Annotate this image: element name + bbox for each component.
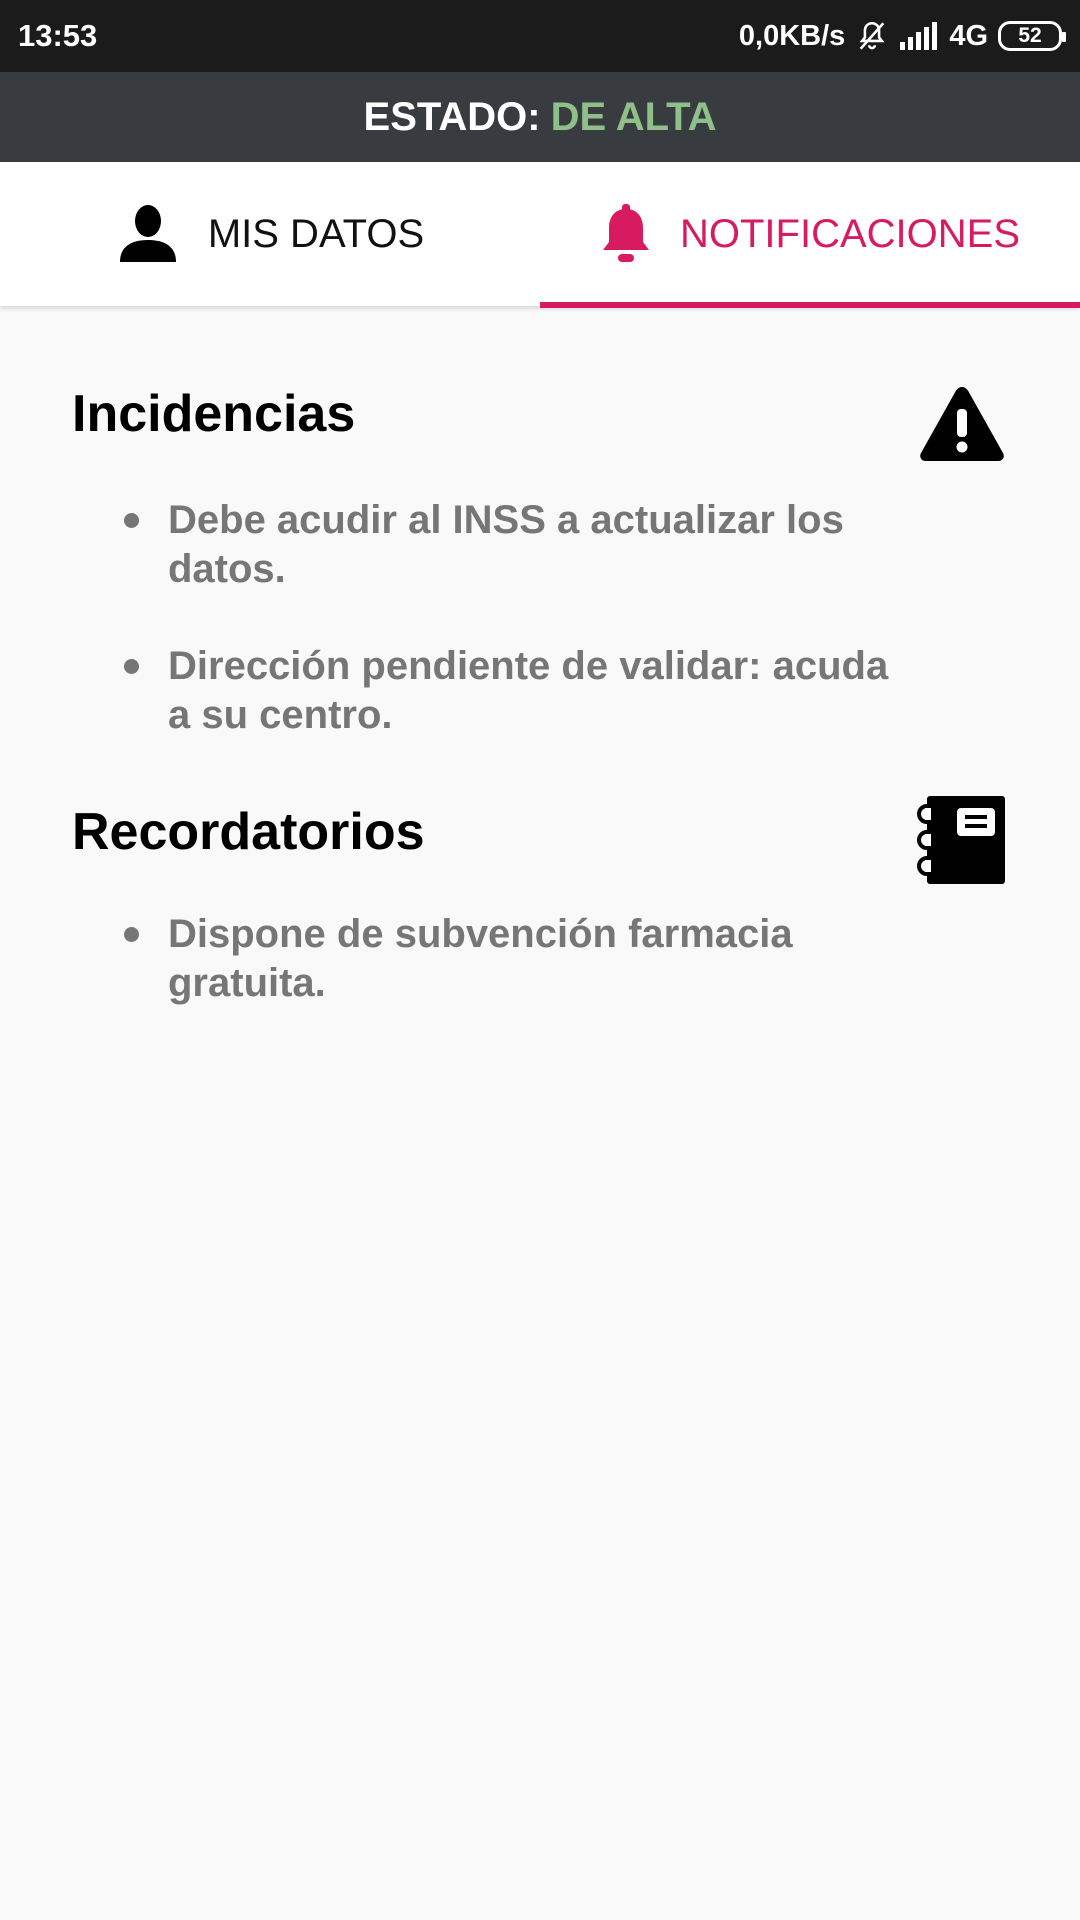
status-bar: 13:53 0,0KB/s 4G 52 xyxy=(0,0,1080,72)
bullet-icon xyxy=(124,513,139,528)
notifications-content: Incidencias Debe acudir al INSS a actual… xyxy=(0,306,1080,1920)
status-time: 13:53 xyxy=(18,18,98,53)
list-item: Debe acudir al INSS a actualizar los dat… xyxy=(120,496,900,594)
list-item: Dispone de subvención farmacia gratuita. xyxy=(120,910,900,1008)
network-speed: 0,0KB/s xyxy=(738,19,846,52)
bullet-icon xyxy=(124,659,139,674)
tab-bar: MIS DATOS NOTIFICACIONES xyxy=(0,162,1080,308)
status-indicators: 0,0KB/s 4G 52 xyxy=(738,19,1066,53)
estado-label: ESTADO: xyxy=(363,94,541,139)
person-icon xyxy=(116,204,180,264)
estado-value: DE ALTA xyxy=(550,94,717,139)
notifications-off-icon xyxy=(855,19,889,53)
bullet-icon xyxy=(124,927,139,942)
network-type: 4G xyxy=(949,19,988,52)
incidencias-list: Debe acudir al INSS a actualizar los dat… xyxy=(120,496,900,788)
tab-notificaciones[interactable]: NOTIFICACIONES xyxy=(540,162,1080,308)
estado-header: ESTADO: DE ALTA xyxy=(0,72,1080,162)
section-title: Recordatorios xyxy=(72,803,425,861)
notebook-icon xyxy=(916,794,1008,886)
list-item-text: Debe acudir al INSS a actualizar los dat… xyxy=(168,498,844,591)
battery-icon: 52 xyxy=(998,21,1066,51)
tab-mis-datos[interactable]: MIS DATOS xyxy=(0,162,540,306)
warning-icon xyxy=(916,378,1008,470)
list-item: Dirección pendiente de validar: acuda a … xyxy=(120,642,900,740)
list-item-text: Dispone de subvención farmacia gratuita. xyxy=(168,912,793,1005)
tab-label: MIS DATOS xyxy=(207,211,425,256)
tab-label: NOTIFICACIONES xyxy=(679,211,1021,256)
signal-icon xyxy=(899,22,939,50)
section-title: Incidencias xyxy=(72,385,356,443)
bell-icon xyxy=(600,204,652,264)
list-item-text: Dirección pendiente de validar: acuda a … xyxy=(168,644,889,737)
battery-level: 52 xyxy=(1018,24,1042,47)
recordatorios-list: Dispone de subvención farmacia gratuita. xyxy=(120,910,900,1056)
